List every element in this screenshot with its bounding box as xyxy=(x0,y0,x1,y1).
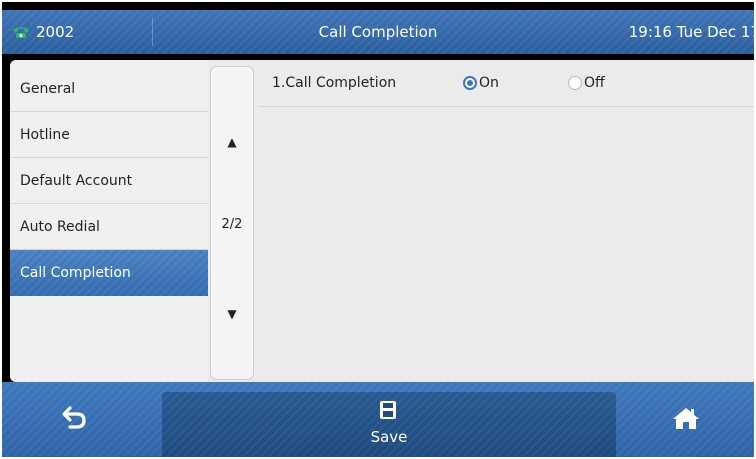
softkey-bar: Save xyxy=(2,382,754,457)
radio-off[interactable]: Off xyxy=(568,60,605,106)
main-panel: General Hotline Default Account Auto Red… xyxy=(10,60,754,382)
back-button[interactable] xyxy=(2,382,152,457)
radio-on[interactable]: On xyxy=(463,60,499,106)
save-icon xyxy=(380,401,396,419)
page-scroller: ▲ 2/2 ▼ xyxy=(210,66,254,380)
radio-off-label: Off xyxy=(584,75,605,91)
setting-label: 1.Call Completion xyxy=(272,75,397,91)
menu-item-auto-redial[interactable]: Auto Redial xyxy=(10,204,208,250)
settings-content: 1.Call Completion On Off xyxy=(258,60,754,382)
clock: 19:16 Tue Dec 17 xyxy=(628,23,754,41)
page-down-button[interactable]: ▼ xyxy=(211,307,253,321)
status-bar: 2002 Call Completion 19:16 Tue Dec 17 xyxy=(2,10,754,54)
radio-unselected-icon xyxy=(568,76,582,90)
page-indicator: 2/2 xyxy=(221,217,243,232)
menu-item-general[interactable]: General xyxy=(10,66,208,112)
phone-screen: 2002 Call Completion 19:16 Tue Dec 17 Ge… xyxy=(2,2,754,457)
home-button[interactable] xyxy=(642,382,754,457)
page-up-button[interactable]: ▲ xyxy=(211,135,253,149)
save-label: Save xyxy=(370,428,408,446)
back-icon xyxy=(62,406,86,429)
menu-item-hotline[interactable]: Hotline xyxy=(10,112,208,158)
save-button[interactable]: Save xyxy=(162,392,616,457)
menu-item-default-account[interactable]: Default Account xyxy=(10,158,208,204)
menu-item-call-completion[interactable]: Call Completion xyxy=(10,250,208,296)
home-icon xyxy=(673,408,699,429)
settings-menu: General Hotline Default Account Auto Red… xyxy=(10,60,208,382)
radio-selected-icon xyxy=(463,76,477,90)
radio-on-label: On xyxy=(479,75,499,91)
setting-row-call-completion: 1.Call Completion On Off xyxy=(258,60,754,107)
